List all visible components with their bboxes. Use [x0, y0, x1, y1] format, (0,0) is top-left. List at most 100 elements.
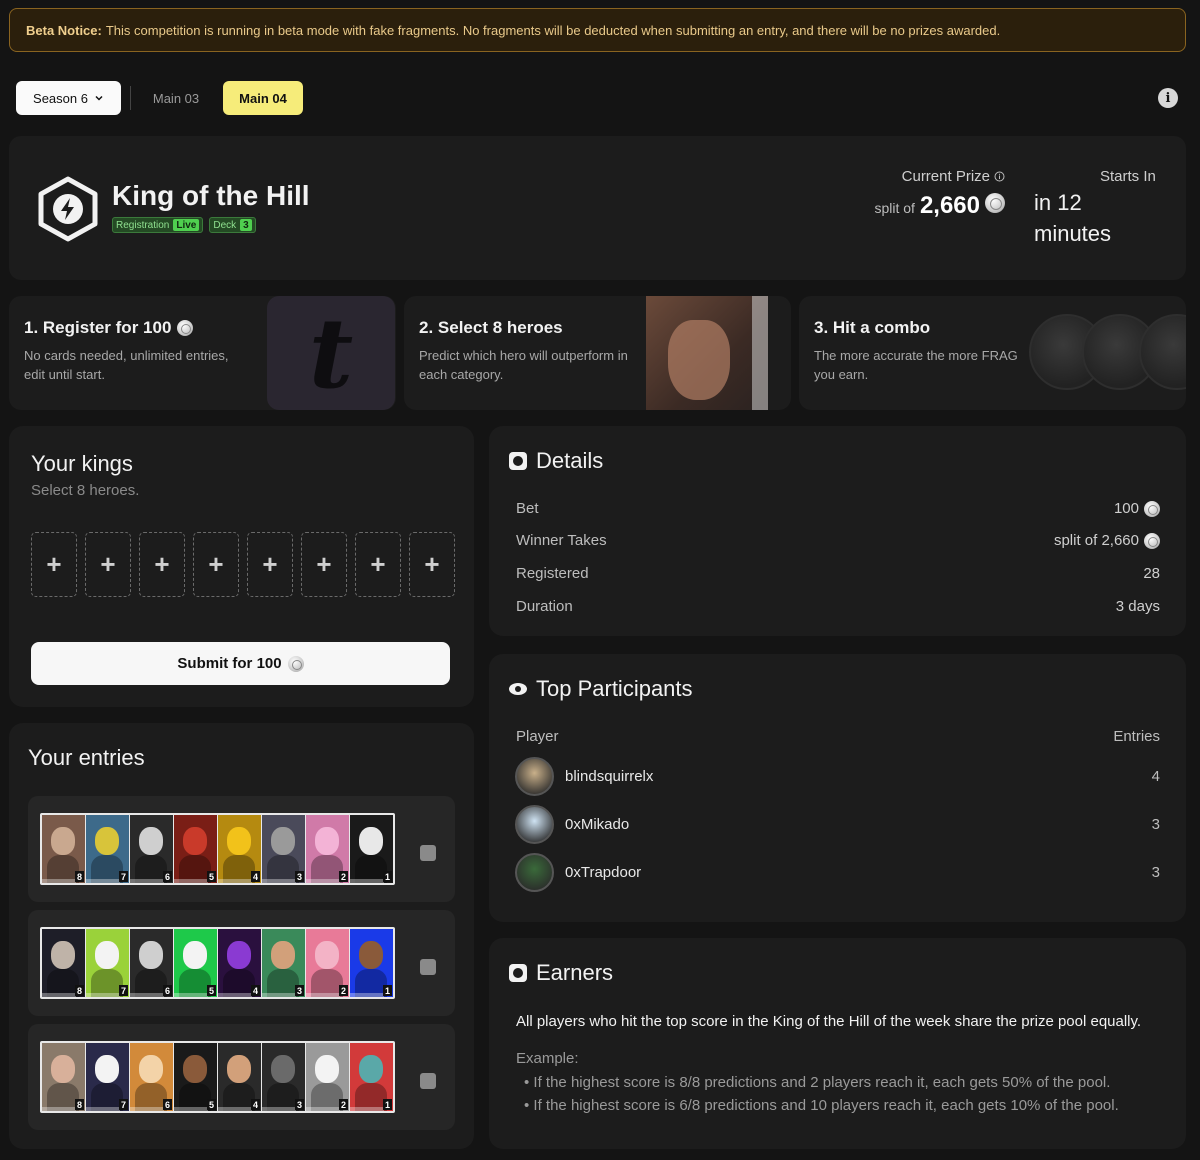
panel-title: Your entries — [28, 745, 145, 770]
hero-card: 6 — [130, 929, 173, 997]
card-rank: 3 — [295, 871, 304, 882]
detail-label: Winner Takes — [516, 532, 607, 549]
step-title: 1. Register for 100 — [24, 318, 194, 338]
step-title: 3. Hit a combo — [814, 318, 931, 337]
card-rank: 6 — [163, 871, 172, 882]
step-combo: 3. Hit a combo The more accurate the mor… — [799, 296, 1186, 410]
lightning-hexagon-icon — [38, 176, 98, 242]
column-header-player: Player — [516, 728, 559, 745]
hero-slot[interactable]: + — [139, 532, 185, 597]
card-rank: 3 — [295, 985, 304, 996]
tab-main-04[interactable]: Main 04 — [223, 81, 303, 115]
hero-card: 1 — [350, 815, 393, 883]
submit-label: Submit for 100 — [177, 655, 282, 672]
panel-header: Earners — [509, 960, 613, 986]
step-title-text: 1. Register for 100 — [24, 318, 172, 337]
card-rank: 8 — [75, 871, 84, 882]
earners-bullet: • If the highest score is 8/8 prediction… — [524, 1074, 1111, 1091]
beta-notice-label: Beta Notice: — [26, 22, 102, 38]
hero-card: 5 — [174, 1043, 217, 1111]
table-row[interactable]: 0xMikado 3 — [515, 805, 1160, 844]
competition-header: King of the Hill Registration Live Deck … — [9, 136, 1186, 280]
edit-icon[interactable] — [420, 959, 436, 975]
hero-slot[interactable]: + — [355, 532, 401, 597]
prize-value: split of 2,660 — [874, 192, 1005, 220]
your-kings-panel: Your kings Select 8 heroes. + + + + + + … — [9, 426, 474, 707]
fragment-coin-icon — [1144, 500, 1160, 517]
hero-slot[interactable]: + — [247, 532, 293, 597]
player-name: 0xTrapdoor — [565, 864, 642, 881]
tag-label: Deck — [213, 219, 237, 231]
prize-label: Current Prize — [902, 168, 1005, 185]
table-row[interactable]: 0xTrapdoor 3 — [515, 853, 1160, 892]
detail-label: Duration — [516, 598, 573, 615]
hero-card: 4 — [218, 1043, 261, 1111]
panel-title: Top Participants — [536, 676, 693, 701]
entry-row[interactable]: 8 7 6 5 4 3 2 1 — [28, 910, 455, 1016]
hero-slot[interactable]: + — [85, 532, 131, 597]
your-entries-panel: Your entries 8 7 6 5 4 3 2 1 8 7 6 5 4 3 2 1 8 7 6 5 4 3 2 1 — [9, 723, 474, 1149]
step-desc: Predict which hero will outperform in ea… — [419, 348, 628, 382]
detail-value-text: split of 2,660 — [1053, 532, 1139, 549]
earners-lead: All players who hit the top score in the… — [516, 1013, 1142, 1030]
hero-card: 7 — [86, 1043, 129, 1111]
prize-amount: 2,660 — [919, 192, 980, 219]
hero-card: 8 — [42, 1043, 85, 1111]
hero-card: 1 — [350, 1043, 393, 1111]
hero-card: 2 — [306, 1043, 349, 1111]
panel-header: Details — [509, 448, 603, 474]
card-rank: 5 — [207, 985, 216, 996]
info-icon[interactable]: i — [1158, 88, 1178, 108]
card-rank: 1 — [383, 985, 392, 996]
hero-card: 3 — [262, 815, 305, 883]
edit-icon[interactable] — [420, 845, 436, 861]
card-rank: 6 — [163, 1099, 172, 1110]
panel-title: Earners — [536, 960, 614, 985]
top-participants-panel: Top Participants Player Entries blindsqu… — [489, 654, 1186, 922]
fragment-coin-icon — [985, 193, 1005, 213]
starts-value: in 12 minutes — [1034, 190, 1112, 246]
ticket-icon — [509, 964, 527, 982]
hero-slot[interactable]: + — [31, 532, 77, 597]
hero-card: 6 — [130, 815, 173, 883]
submit-button[interactable]: Submit for 100 — [31, 642, 450, 685]
card-rank: 4 — [251, 1099, 260, 1110]
hero-slots: + + + + + + + + — [31, 532, 455, 597]
hero-card: 5 — [174, 929, 217, 997]
player-entries: 3 — [1151, 864, 1160, 881]
detail-value-text: 100 — [1113, 500, 1139, 517]
detail-value: 100 — [1114, 500, 1160, 517]
beta-notice-text: This competition is running in beta mode… — [105, 22, 1001, 38]
beta-notice: Beta Notice: This competition is running… — [9, 8, 1186, 52]
entry-cards: 8 7 6 5 4 3 2 1 — [40, 1041, 395, 1113]
column-header-entries: Entries — [1113, 728, 1160, 745]
panel-header: Top Participants — [509, 676, 693, 702]
step-desc: The more accurate the more FRAG you earn… — [814, 348, 1018, 382]
season-label: Season 6 — [33, 90, 88, 106]
card-rank: 1 — [383, 871, 392, 882]
entry-cards: 8 7 6 5 4 3 2 1 — [40, 927, 395, 999]
card-rank: 2 — [339, 871, 348, 882]
card-rank: 8 — [75, 985, 84, 996]
detail-label: Registered — [516, 565, 589, 582]
earners-panel: Earners All players who hit the top scor… — [489, 938, 1186, 1149]
tab-main-03[interactable]: Main 03 — [140, 81, 212, 115]
info-small-icon[interactable] — [994, 171, 1005, 182]
table-row[interactable]: blindsquirrelx 4 — [515, 757, 1160, 796]
hero-slot[interactable]: + — [193, 532, 239, 597]
hero-slot[interactable]: + — [301, 532, 347, 597]
hero-card: 4 — [218, 929, 261, 997]
season-dropdown[interactable]: Season 6 — [16, 81, 121, 115]
earners-bullet: • If the highest score is 6/8 prediction… — [524, 1097, 1119, 1114]
player-entries: 4 — [1151, 768, 1160, 785]
hero-slot[interactable]: + — [409, 532, 455, 597]
entry-row[interactable]: 8 7 6 5 4 3 2 1 — [28, 796, 455, 902]
edit-icon[interactable] — [420, 1073, 436, 1089]
entry-row[interactable]: 8 7 6 5 4 3 2 1 — [28, 1024, 455, 1130]
step-select: 2. Select 8 heroes Predict which hero wi… — [404, 296, 791, 410]
fragment-coin-icon — [287, 655, 304, 672]
detail-value: 28 — [1143, 565, 1160, 582]
coin-stack-art — [1027, 314, 1186, 394]
card-rank: 7 — [119, 871, 128, 882]
tag-pill: 3 — [240, 219, 252, 231]
